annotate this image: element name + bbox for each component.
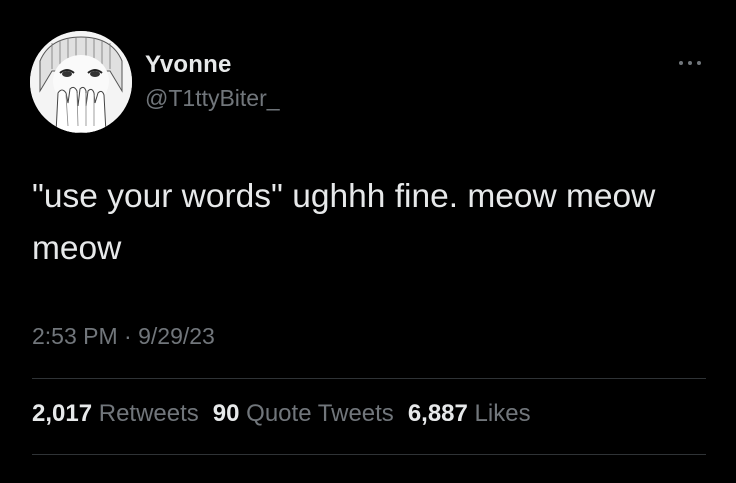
quote-tweets-count: 90 [212,400,240,427]
timestamp-separator: · [124,323,132,349]
display-name[interactable]: Yvonne [145,51,232,79]
avatar-image [30,31,132,133]
tweet-time: 2:53 PM [32,323,118,349]
likes-count: 6,887 [407,400,468,427]
retweets-label: Retweets [98,400,199,427]
tweet-text: "use your words" ughhh fine. meow meow m… [32,178,656,267]
avatar[interactable] [30,31,132,133]
quote-tweets-stat[interactable]: 90 Quote Tweets [213,400,394,428]
retweets-stat[interactable]: 2,017 Retweets [32,400,199,428]
tweet-timestamp[interactable]: 2:53 PM · 9/29/23 [32,323,215,350]
tweet-card: Yvonne @T1ttyBiter_ "use your words" ugh… [0,0,736,483]
tweet-date: 9/29/23 [138,323,215,349]
quote-tweets-label: Quote Tweets [246,400,394,427]
engagement-stats: 2,017 Retweets 90 Quote Tweets 6,887 Likes [32,400,545,428]
more-options-icon[interactable] [676,54,704,72]
likes-label: Likes [474,400,531,427]
user-handle[interactable]: @T1ttyBiter_ [145,85,280,112]
divider [32,454,706,455]
likes-stat[interactable]: 6,887 Likes [408,400,531,428]
retweets-count: 2,017 [32,400,93,427]
divider [32,378,706,379]
